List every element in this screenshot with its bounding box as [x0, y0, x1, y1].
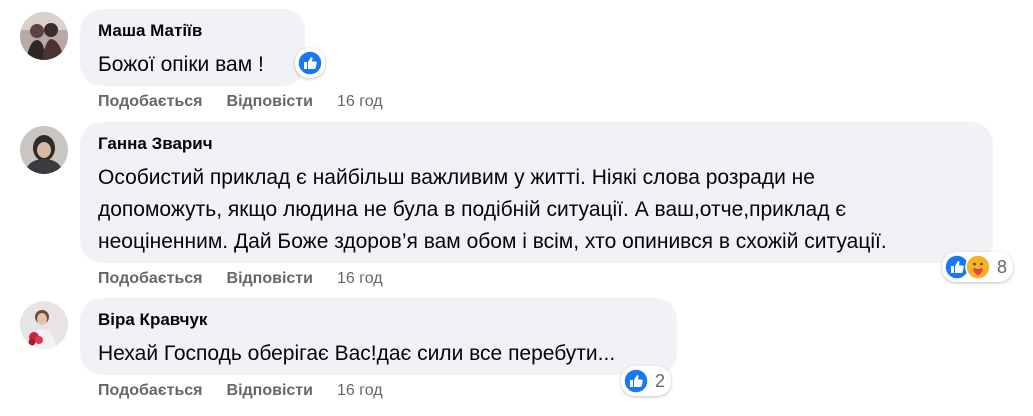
avatar-photo [20, 126, 68, 174]
comment-actions: Подобається Відповісти 16 год [98, 269, 383, 289]
like-icon [623, 368, 649, 394]
comment-text: Особистий приклад є найбільш важливим у … [98, 166, 887, 253]
avatar[interactable] [20, 126, 68, 174]
comment-bubble: Ганна Зварич Особистий приклад є найбіль… [80, 122, 993, 263]
reply-action[interactable]: Відповісти [227, 269, 313, 289]
reaction-summary[interactable] [295, 48, 325, 78]
comment-bubble: Маша Матіїв Божої опіки вам ! [80, 9, 305, 86]
avatar[interactable] [20, 12, 68, 60]
care-icon [965, 254, 991, 280]
like-action[interactable]: Подобається [98, 381, 203, 401]
comment-bubble: Віра Кравчук Нехай Господь оберігає Вас!… [80, 298, 677, 375]
comment-time[interactable]: 16 год [337, 92, 383, 112]
comment-actions: Подобається Відповісти 16 год [98, 92, 383, 112]
reply-action[interactable]: Відповісти [227, 381, 313, 401]
comment-author[interactable]: Віра Кравчук [98, 310, 659, 330]
reaction-summary[interactable]: 8 [942, 252, 1014, 282]
comment-text: Нехай Господь оберігає Вас!дає сили все … [98, 342, 616, 365]
avatar-photo [20, 12, 68, 60]
reply-action[interactable]: Відповісти [227, 92, 313, 112]
comment-time[interactable]: 16 год [337, 381, 383, 401]
comment-author[interactable]: Ганна Зварич [98, 134, 975, 154]
comment-time[interactable]: 16 год [337, 269, 383, 289]
comment-text: Божої опіки вам ! [98, 53, 264, 76]
avatar-photo [20, 301, 68, 349]
avatar[interactable] [20, 301, 68, 349]
reaction-count: 2 [655, 370, 666, 391]
comment-author[interactable]: Маша Матіїв [98, 21, 287, 41]
reaction-summary[interactable]: 2 [621, 366, 672, 396]
reaction-count: 8 [997, 256, 1008, 277]
like-action[interactable]: Подобається [98, 92, 203, 112]
like-icon [297, 50, 323, 76]
comment-actions: Подобається Відповісти 16 год [98, 381, 383, 401]
like-action[interactable]: Подобається [98, 269, 203, 289]
